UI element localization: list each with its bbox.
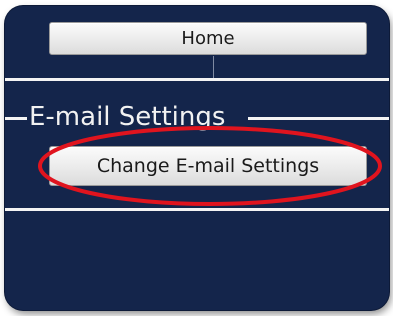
settings-panel: Home E-mail Settings Change E-mail Setti… xyxy=(5,6,389,310)
section-title-rule-left xyxy=(5,117,27,120)
home-button[interactable]: Home xyxy=(49,22,367,55)
section-divider-top xyxy=(5,78,389,81)
change-email-settings-button[interactable]: Change E-mail Settings xyxy=(49,146,367,186)
divider-tick xyxy=(213,56,214,78)
section-divider-bottom xyxy=(5,208,389,211)
section-title-rule-right xyxy=(248,117,389,120)
section-title-email-settings: E-mail Settings xyxy=(29,102,226,132)
